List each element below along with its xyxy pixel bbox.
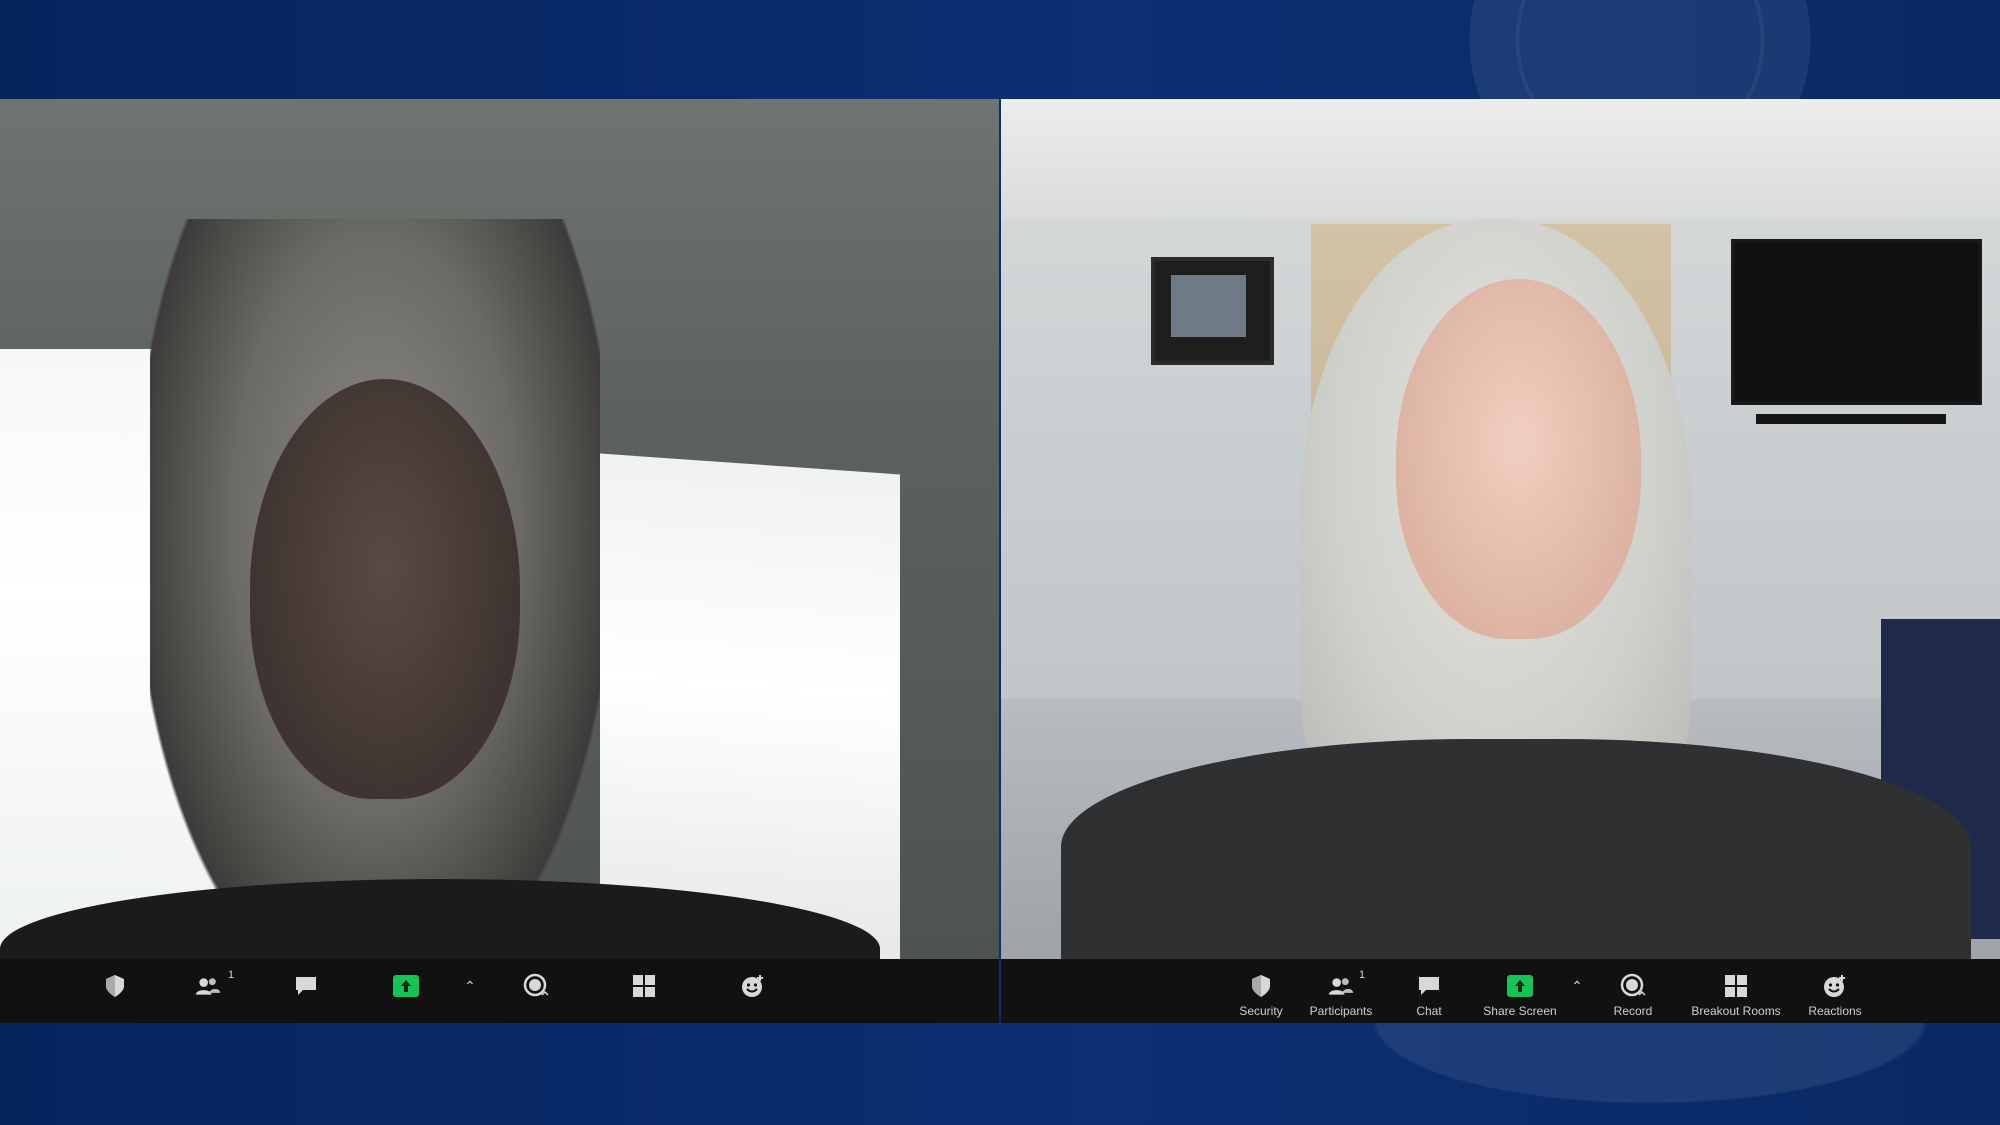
participant-face [1396, 279, 1641, 639]
breakout-rooms-button[interactable]: Breakout Rooms [1681, 959, 1791, 1023]
share-screen-button[interactable] [392, 959, 420, 1023]
chat-bubble-icon [293, 973, 319, 999]
security-button[interactable] [100, 959, 130, 1023]
security-button[interactable]: Security [1231, 959, 1291, 1023]
chat-button[interactable] [292, 959, 320, 1023]
participants-count: 1 [228, 969, 235, 981]
share-screen-button[interactable]: Share Screen [1475, 959, 1565, 1023]
breakout-rooms-button[interactable] [630, 959, 658, 1023]
reactions-button[interactable] [738, 959, 768, 1023]
participants-label: Participants [1309, 1004, 1373, 1018]
chat-label: Chat [1416, 1004, 1442, 1018]
share-options-caret[interactable]: ⌃ [462, 959, 478, 1023]
grid-icon [631, 973, 657, 999]
shield-icon [1248, 973, 1274, 999]
video-tile-left: 1 ⌃ [0, 99, 999, 1023]
share-screen-label: Share Screen [1483, 1004, 1557, 1018]
share-screen-icon [1507, 973, 1533, 999]
window [600, 453, 900, 959]
seal-watermark [1300, 1010, 2000, 1125]
record-label: Record [1613, 1004, 1653, 1018]
video-feed-left [0, 99, 999, 959]
share-arrow-icon [1507, 975, 1533, 997]
grid-icon [1723, 973, 1749, 999]
share-screen-icon [393, 973, 419, 999]
record-button[interactable] [520, 959, 552, 1023]
soundbar [1756, 414, 1946, 424]
video-tile-right: Security 1 Participants Chat Share Scree… [1001, 99, 2000, 1023]
meeting-toolbar-left: 1 ⌃ [0, 959, 999, 1023]
participants-button[interactable]: 1 [188, 959, 234, 1023]
ceiling [1001, 99, 2000, 219]
record-icon [1620, 973, 1646, 999]
shield-icon [102, 973, 128, 999]
people-icon [195, 973, 221, 999]
television [1731, 239, 1982, 405]
chevron-up-icon: ⌃ [1571, 977, 1583, 994]
meeting-toolbar-right: Security 1 Participants Chat Share Scree… [1001, 959, 2000, 1023]
chat-button[interactable]: Chat [1409, 959, 1449, 1023]
wall-picture [1151, 257, 1274, 365]
chat-bubble-icon [1416, 973, 1442, 999]
security-label: Security [1239, 1004, 1283, 1018]
breakout-rooms-label: Breakout Rooms [1691, 1004, 1781, 1018]
participants-count: 1 [1359, 969, 1366, 981]
reactions-button[interactable]: Reactions [1799, 959, 1871, 1023]
share-options-caret[interactable]: ⌃ [1569, 959, 1585, 1023]
record-icon [523, 973, 549, 999]
picture-content [1171, 275, 1246, 337]
people-icon [1328, 973, 1354, 999]
participant-face [250, 379, 520, 799]
share-arrow-icon [393, 975, 419, 997]
emoji-icon [1822, 973, 1848, 999]
record-button[interactable]: Record [1603, 959, 1663, 1023]
participant-body [1061, 739, 1971, 959]
video-feed-right [1001, 99, 2000, 959]
chevron-up-icon: ⌃ [464, 977, 476, 994]
reactions-label: Reactions [1808, 1004, 1862, 1018]
participants-button[interactable]: 1 Participants [1301, 959, 1381, 1023]
emoji-icon [740, 973, 766, 999]
